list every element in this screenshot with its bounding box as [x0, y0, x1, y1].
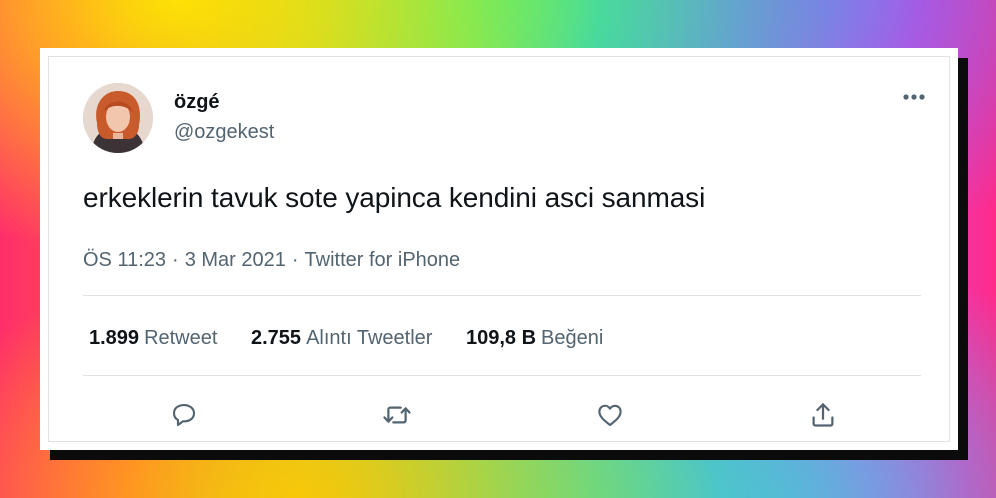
reply-button[interactable] [166, 397, 202, 433]
tweet-time[interactable]: ÖS 11:23 [83, 249, 166, 271]
avatar-image [83, 83, 153, 153]
tweet-date[interactable]: 3 Mar 2021 [185, 249, 286, 271]
quote-count: 2.755 [251, 327, 302, 349]
tweet-frame: özgé @ozgekest erkeklerin tavuk sote yap… [48, 56, 950, 442]
tweet-card: özgé @ozgekest erkeklerin tavuk sote yap… [40, 48, 958, 450]
user-handle[interactable]: @ozgekest [174, 121, 274, 144]
divider [83, 375, 921, 376]
divider [83, 295, 921, 296]
meta-separator: · [291, 249, 299, 271]
tweet-text: erkeklerin tavuk sote yapinca kendini as… [83, 182, 706, 213]
like-button[interactable] [592, 397, 628, 433]
retweet-icon [383, 406, 411, 424]
tweet-source[interactable]: Twitter for iPhone [305, 249, 461, 271]
like-count: 109,8 B [465, 327, 537, 349]
like-stat[interactable]: 109,8 B Beğeni [466, 327, 603, 350]
tweet-meta: ÖS 11:23 · 3 Mar 2021 · Twitter for iPhone [83, 249, 460, 272]
retweet-button[interactable] [379, 397, 415, 433]
quote-stat[interactable]: 2.755 Alıntı Tweetler [251, 327, 432, 350]
like-label: Beğeni [541, 327, 604, 349]
share-button[interactable] [805, 397, 841, 433]
more-horizontal-icon[interactable] [899, 87, 929, 107]
retweet-stat[interactable]: 1.899 Retweet [89, 327, 217, 350]
avatar[interactable] [83, 83, 153, 153]
retweet-count: 1.899 [89, 327, 140, 349]
reply-icon [172, 403, 196, 427]
heart-icon [598, 404, 622, 427]
share-icon [812, 403, 834, 427]
tweet-stats: 1.899 Retweet 2.755 Alıntı Tweetler 109,8 … [89, 327, 631, 350]
meta-separator: · [172, 249, 179, 271]
quote-label: Alıntı Tweetler [306, 327, 433, 349]
retweet-label: Retweet [144, 327, 218, 349]
display-name[interactable]: özgé [174, 91, 220, 114]
